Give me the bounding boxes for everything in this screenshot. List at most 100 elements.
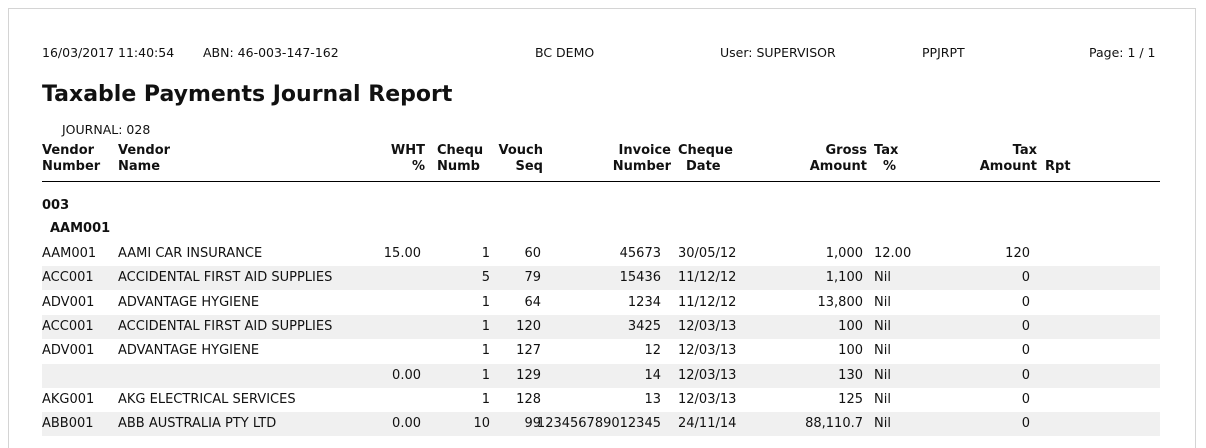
cell-cheque-numb: 1 <box>481 391 490 407</box>
col-cheque-date: Cheque Date <box>678 143 733 174</box>
report-title: Taxable Payments Journal Report <box>42 82 453 107</box>
cell-cheque-numb: 1 <box>481 246 490 261</box>
cell-vendor-number: ABB001 <box>42 416 94 432</box>
cell-vendor-number: AAM001 <box>42 246 97 261</box>
col-vendor-name: Vendor Name <box>118 143 171 174</box>
cell-cheque-date: 30/05/12 <box>678 246 737 261</box>
cell-tax-amount: 0 <box>1021 294 1030 310</box>
table-row: ABB001 ABB AUSTRALIA PTY LTD 0.00 10 99 12345… <box>42 412 1160 437</box>
cell-cheque-numb: 10 <box>473 416 490 432</box>
report-code: PPJRPT <box>922 45 965 60</box>
cell-vouch-seq: 128 <box>516 391 541 407</box>
cell-invoice-number: 14 <box>644 367 661 383</box>
cell-invoice-number: 3425 <box>627 318 661 334</box>
cell-tax-pct: Nil <box>874 367 891 383</box>
cell-vendor-number: ACC001 <box>42 318 94 334</box>
cell-invoice-number: 12 <box>644 343 661 359</box>
cell-cheque-date: 12/03/13 <box>678 367 737 383</box>
cell-tax-amount: 0 <box>1021 416 1030 432</box>
cell-vouch-seq: 129 <box>516 367 541 383</box>
cell-wht: 15.00 <box>383 246 421 261</box>
table-row: ADV001 ADVANTAGE HYGIENE 1 127 12 12/03/13 100… <box>42 339 1160 363</box>
table-row: AAM001 AAMI CAR INSURANCE 15.00 1 60 45673 30/… <box>42 242 1160 266</box>
col-tax-amount: Tax Amount <box>979 143 1037 174</box>
report-user: User: SUPERVISOR <box>720 45 836 60</box>
cell-gross-amount: 1,100 <box>825 270 863 286</box>
cell-vendor-name: AKG ELECTRICAL SERVICES <box>118 391 296 407</box>
cell-tax-pct: Nil <box>874 270 891 286</box>
cell-invoice-number: 123456789012345 <box>536 416 661 432</box>
table-row: ACC001 ACCIDENTAL FIRST AID SUPPLIES 1 120 3… <box>42 314 1160 339</box>
page-number: Page: 1 / 1 <box>1089 45 1156 60</box>
cell-gross-amount: 1,000 <box>825 246 863 261</box>
cell-tax-pct: Nil <box>874 391 891 407</box>
report-datetime: 16/03/2017 11:40:54 <box>42 45 175 60</box>
cell-vendor-name: ACCIDENTAL FIRST AID SUPPLIES <box>118 318 333 334</box>
report-company: BC DEMO <box>535 45 595 60</box>
cell-vendor-number: AKG001 <box>42 391 95 407</box>
cell-cheque-numb: 1 <box>481 294 490 310</box>
col-gross-amount: Gross Amount <box>809 143 867 174</box>
cell-cheque-numb: 5 <box>481 270 490 286</box>
cell-vendor-number: ADV001 <box>42 294 95 310</box>
cell-tax-pct: 12.00 <box>874 246 912 261</box>
cell-wht: 0.00 <box>392 367 421 383</box>
group-level2: AAM001 <box>50 221 111 236</box>
col-tax-pct: Tax % <box>874 143 899 174</box>
cell-tax-pct: Nil <box>874 294 891 310</box>
cell-cheque-numb: 1 <box>481 343 490 359</box>
report-abn: ABN: 46-003-147-162 <box>203 45 339 60</box>
cell-tax-amount: 0 <box>1021 343 1030 359</box>
cell-gross-amount: 88,110.7 <box>805 416 863 432</box>
cell-vouch-seq: 127 <box>516 343 541 359</box>
cell-gross-amount: 100 <box>838 318 863 334</box>
table-row: ADV001 ADVANTAGE HYGIENE 1 64 1234 11/12/12 13… <box>42 291 1160 315</box>
col-rpt: Rpt <box>1045 159 1071 174</box>
cell-gross-amount: 13,800 <box>817 294 864 310</box>
cell-tax-amount: 120 <box>1005 246 1030 261</box>
cell-vendor-name: ABB AUSTRALIA PTY LTD <box>118 416 277 432</box>
cell-cheque-date: 12/03/13 <box>678 343 737 359</box>
cell-vendor-name: ACCIDENTAL FIRST AID SUPPLIES <box>118 270 333 286</box>
cell-cheque-date: 12/03/13 <box>678 391 737 407</box>
cell-vendor-name: ADVANTAGE HYGIENE <box>118 343 260 359</box>
table-row: AKG001 AKG ELECTRICAL SERVICES 1 128 13 12/03… <box>42 388 1160 412</box>
cell-invoice-number: 15436 <box>619 270 661 286</box>
table-row: ACC001 ACCIDENTAL FIRST AID SUPPLIES 5 79 15… <box>42 266 1160 291</box>
cell-vendor-number: ACC001 <box>42 270 94 286</box>
cell-tax-pct: Nil <box>874 416 891 432</box>
cell-cheque-date: 12/03/13 <box>678 318 737 334</box>
cell-vouch-seq: 79 <box>524 270 541 286</box>
cell-cheque-numb: 1 <box>481 318 490 334</box>
cell-gross-amount: 125 <box>838 391 863 407</box>
cell-gross-amount: 100 <box>838 343 863 359</box>
group-level1: 003 <box>42 198 70 213</box>
col-cheque-numb: Chequ Numb <box>437 143 484 174</box>
cell-tax-pct: Nil <box>874 318 891 334</box>
cell-vendor-number: ADV001 <box>42 343 95 359</box>
header-rule <box>42 181 1160 182</box>
cell-cheque-date: 24/11/14 <box>678 416 737 432</box>
cell-cheque-numb: 1 <box>481 367 490 383</box>
col-invoice-number: Invoice Number <box>612 143 671 174</box>
cell-tax-amount: 0 <box>1021 270 1030 286</box>
cell-gross-amount: 130 <box>838 367 863 383</box>
cell-vouch-seq: 64 <box>524 294 541 310</box>
cell-vendor-name: AAMI CAR INSURANCE <box>118 246 263 261</box>
cell-vouch-seq: 60 <box>524 246 541 261</box>
cell-tax-amount: 0 <box>1021 391 1030 407</box>
col-wht: WHT % <box>390 143 425 174</box>
cell-wht: 0.00 <box>392 416 421 432</box>
journal-label: JOURNAL: 028 <box>62 122 151 137</box>
cell-invoice-number: 45673 <box>619 246 661 261</box>
cell-tax-amount: 0 <box>1021 318 1030 334</box>
col-vendor-number: Vendor Number <box>42 143 101 174</box>
cell-tax-pct: Nil <box>874 343 891 359</box>
cell-cheque-date: 11/12/12 <box>678 270 737 286</box>
cell-invoice-number: 13 <box>644 391 661 407</box>
col-vouch-seq: Vouch Seq <box>498 143 544 174</box>
cell-cheque-date: 11/12/12 <box>678 294 737 310</box>
cell-vendor-name: ADVANTAGE HYGIENE <box>118 294 260 310</box>
cell-invoice-number: 1234 <box>627 294 661 310</box>
table-row: 0.00 1 129 14 12/03/13 130 Nil 0 <box>42 363 1160 388</box>
